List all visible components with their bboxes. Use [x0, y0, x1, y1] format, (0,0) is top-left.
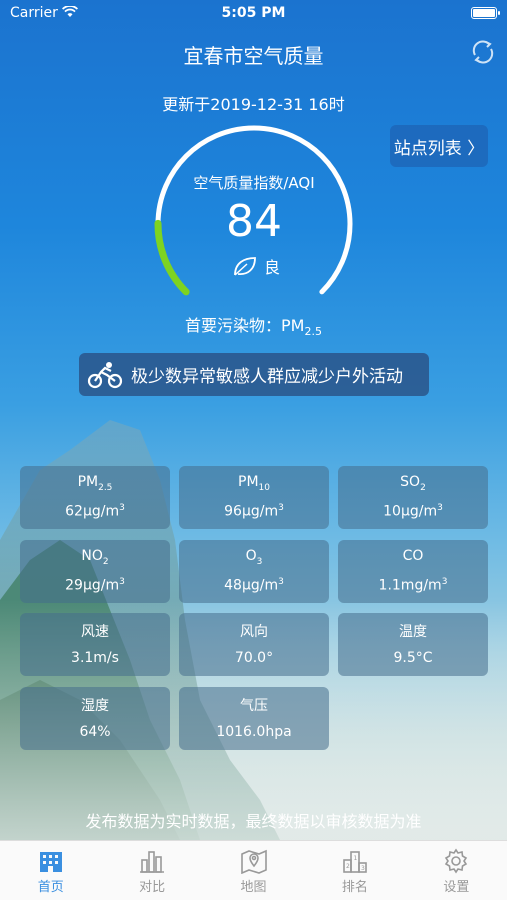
- tab-label: 设置: [443, 880, 470, 895]
- primary-pollutant-sub: 2.5: [304, 325, 322, 339]
- metric-value: 3.1m/s: [71, 650, 119, 666]
- station-list-button[interactable]: 站点列表 〉: [390, 125, 488, 167]
- aqi-label: 空气质量指数/AQI: [193, 174, 315, 192]
- tab-label: 对比: [139, 880, 166, 895]
- navigation-bar: 宜春市空气质量: [0, 28, 507, 78]
- tab-settings[interactable]: 设置: [406, 841, 507, 900]
- metric-value: 29μg/m: [65, 577, 120, 594]
- metric-name: CO: [402, 548, 424, 564]
- metric-name: 风速: [81, 624, 109, 640]
- data-disclaimer: 发布数据为实时数据，最终数据以审核数据为准: [85, 812, 422, 831]
- metric-value-sup: 3: [278, 577, 284, 587]
- metric-value: 64%: [79, 724, 111, 740]
- metric-name: PM: [238, 474, 259, 490]
- metric-name-sub: 10: [258, 482, 270, 493]
- health-advice-text: 极少数异常敏感人群应减少户外活动: [131, 367, 403, 387]
- metric-card-pm10: PM10 96μg/m3: [179, 466, 329, 529]
- tab-bar: 首页 对比 地图 213 排名 设置: [0, 840, 507, 900]
- metric-card-wind-speed: 风速 3.1m/s: [20, 613, 170, 676]
- metric-value-sup: 3: [437, 503, 443, 513]
- metric-value-sup: 3: [441, 577, 448, 587]
- leaf-icon: [234, 257, 256, 276]
- metric-card-temperature: 温度 9.5°C: [338, 613, 488, 676]
- metric-name: 温度: [399, 624, 427, 640]
- metric-value: 1.1mg/m: [378, 577, 442, 594]
- aqi-level-text: 良: [264, 258, 281, 277]
- health-advice-banner: 极少数异常敏感人群应减少户外活动: [79, 353, 429, 396]
- update-time: 更新于2019-12-31 16时: [162, 95, 345, 114]
- primary-pollutant-prefix: 首要污染物：: [185, 316, 282, 335]
- svg-text:1: 1: [353, 855, 357, 862]
- primary-pollutant: 首要污染物：PM2.5: [0, 312, 507, 338]
- map-pin-icon: [240, 849, 267, 874]
- primary-pollutant-name: PM: [281, 316, 305, 335]
- metric-value-sup: 3: [119, 577, 125, 587]
- clock: 5:05 PM: [221, 5, 286, 21]
- tab-label: 地图: [240, 880, 267, 895]
- metric-name: 湿度: [81, 698, 109, 714]
- metric-name-sub: 2: [420, 482, 426, 493]
- metric-value: 1016.0hpa: [216, 724, 292, 740]
- metric-value-sup: 3: [278, 503, 284, 513]
- metric-card-so2: SO2 10μg/m3: [338, 466, 488, 529]
- battery-icon: [471, 7, 500, 19]
- metric-card-pm25: PM2.5 62μg/m3: [20, 466, 170, 529]
- metric-value: 10μg/m: [383, 503, 438, 520]
- metric-card-wind-direction: 风向 70.0°: [179, 613, 329, 676]
- metric-name: NO: [81, 548, 103, 564]
- metric-name: PM: [77, 474, 99, 490]
- cycling-icon: [87, 361, 123, 388]
- metric-name: SO: [400, 474, 421, 490]
- aqi-level: 良: [232, 254, 280, 278]
- metric-value: 70.0°: [234, 650, 274, 666]
- gear-icon: [445, 848, 468, 874]
- aqi-value: 84: [226, 196, 282, 247]
- metric-card-no2: NO2 29μg/m3: [20, 540, 170, 603]
- bar-chart-icon: [140, 851, 165, 873]
- svg-text:2: 2: [346, 863, 350, 870]
- metric-name-sub: 3: [256, 556, 263, 567]
- page-title: 宜春市空气质量: [183, 44, 324, 68]
- svg-text:3: 3: [361, 865, 365, 872]
- metric-card-humidity: 湿度 64%: [20, 687, 170, 750]
- tab-map[interactable]: 地图: [203, 841, 304, 900]
- metric-name: 气压: [240, 698, 268, 714]
- tab-home[interactable]: 首页: [0, 841, 101, 900]
- home-building-icon: [39, 852, 62, 872]
- metric-card-pressure: 气压 1016.0hpa: [179, 687, 329, 750]
- metric-value: 48μg/m: [224, 577, 279, 594]
- tab-label: 首页: [37, 880, 64, 895]
- metric-value: 62μg/m: [65, 503, 120, 520]
- tab-compare[interactable]: 对比: [101, 841, 202, 900]
- metric-name: 风向: [240, 624, 268, 640]
- metric-name-sub: 2: [102, 556, 109, 567]
- metric-name-sub: 2.5: [98, 482, 113, 493]
- refresh-icon[interactable]: [469, 38, 497, 66]
- ranking-icon: 213: [343, 851, 367, 873]
- tab-ranking[interactable]: 213 排名: [304, 841, 405, 900]
- metric-value: 96μg/m: [224, 503, 279, 520]
- metric-name: O: [245, 548, 257, 564]
- metric-value: 9.5°C: [393, 650, 433, 666]
- metric-value-sup: 3: [119, 503, 125, 513]
- status-bar: Carrier 5:05 PM: [0, 0, 507, 28]
- metric-card-o3: O3 48μg/m3: [179, 540, 329, 603]
- metric-card-co: CO 1.1mg/m3: [338, 540, 488, 603]
- tab-label: 排名: [341, 880, 368, 895]
